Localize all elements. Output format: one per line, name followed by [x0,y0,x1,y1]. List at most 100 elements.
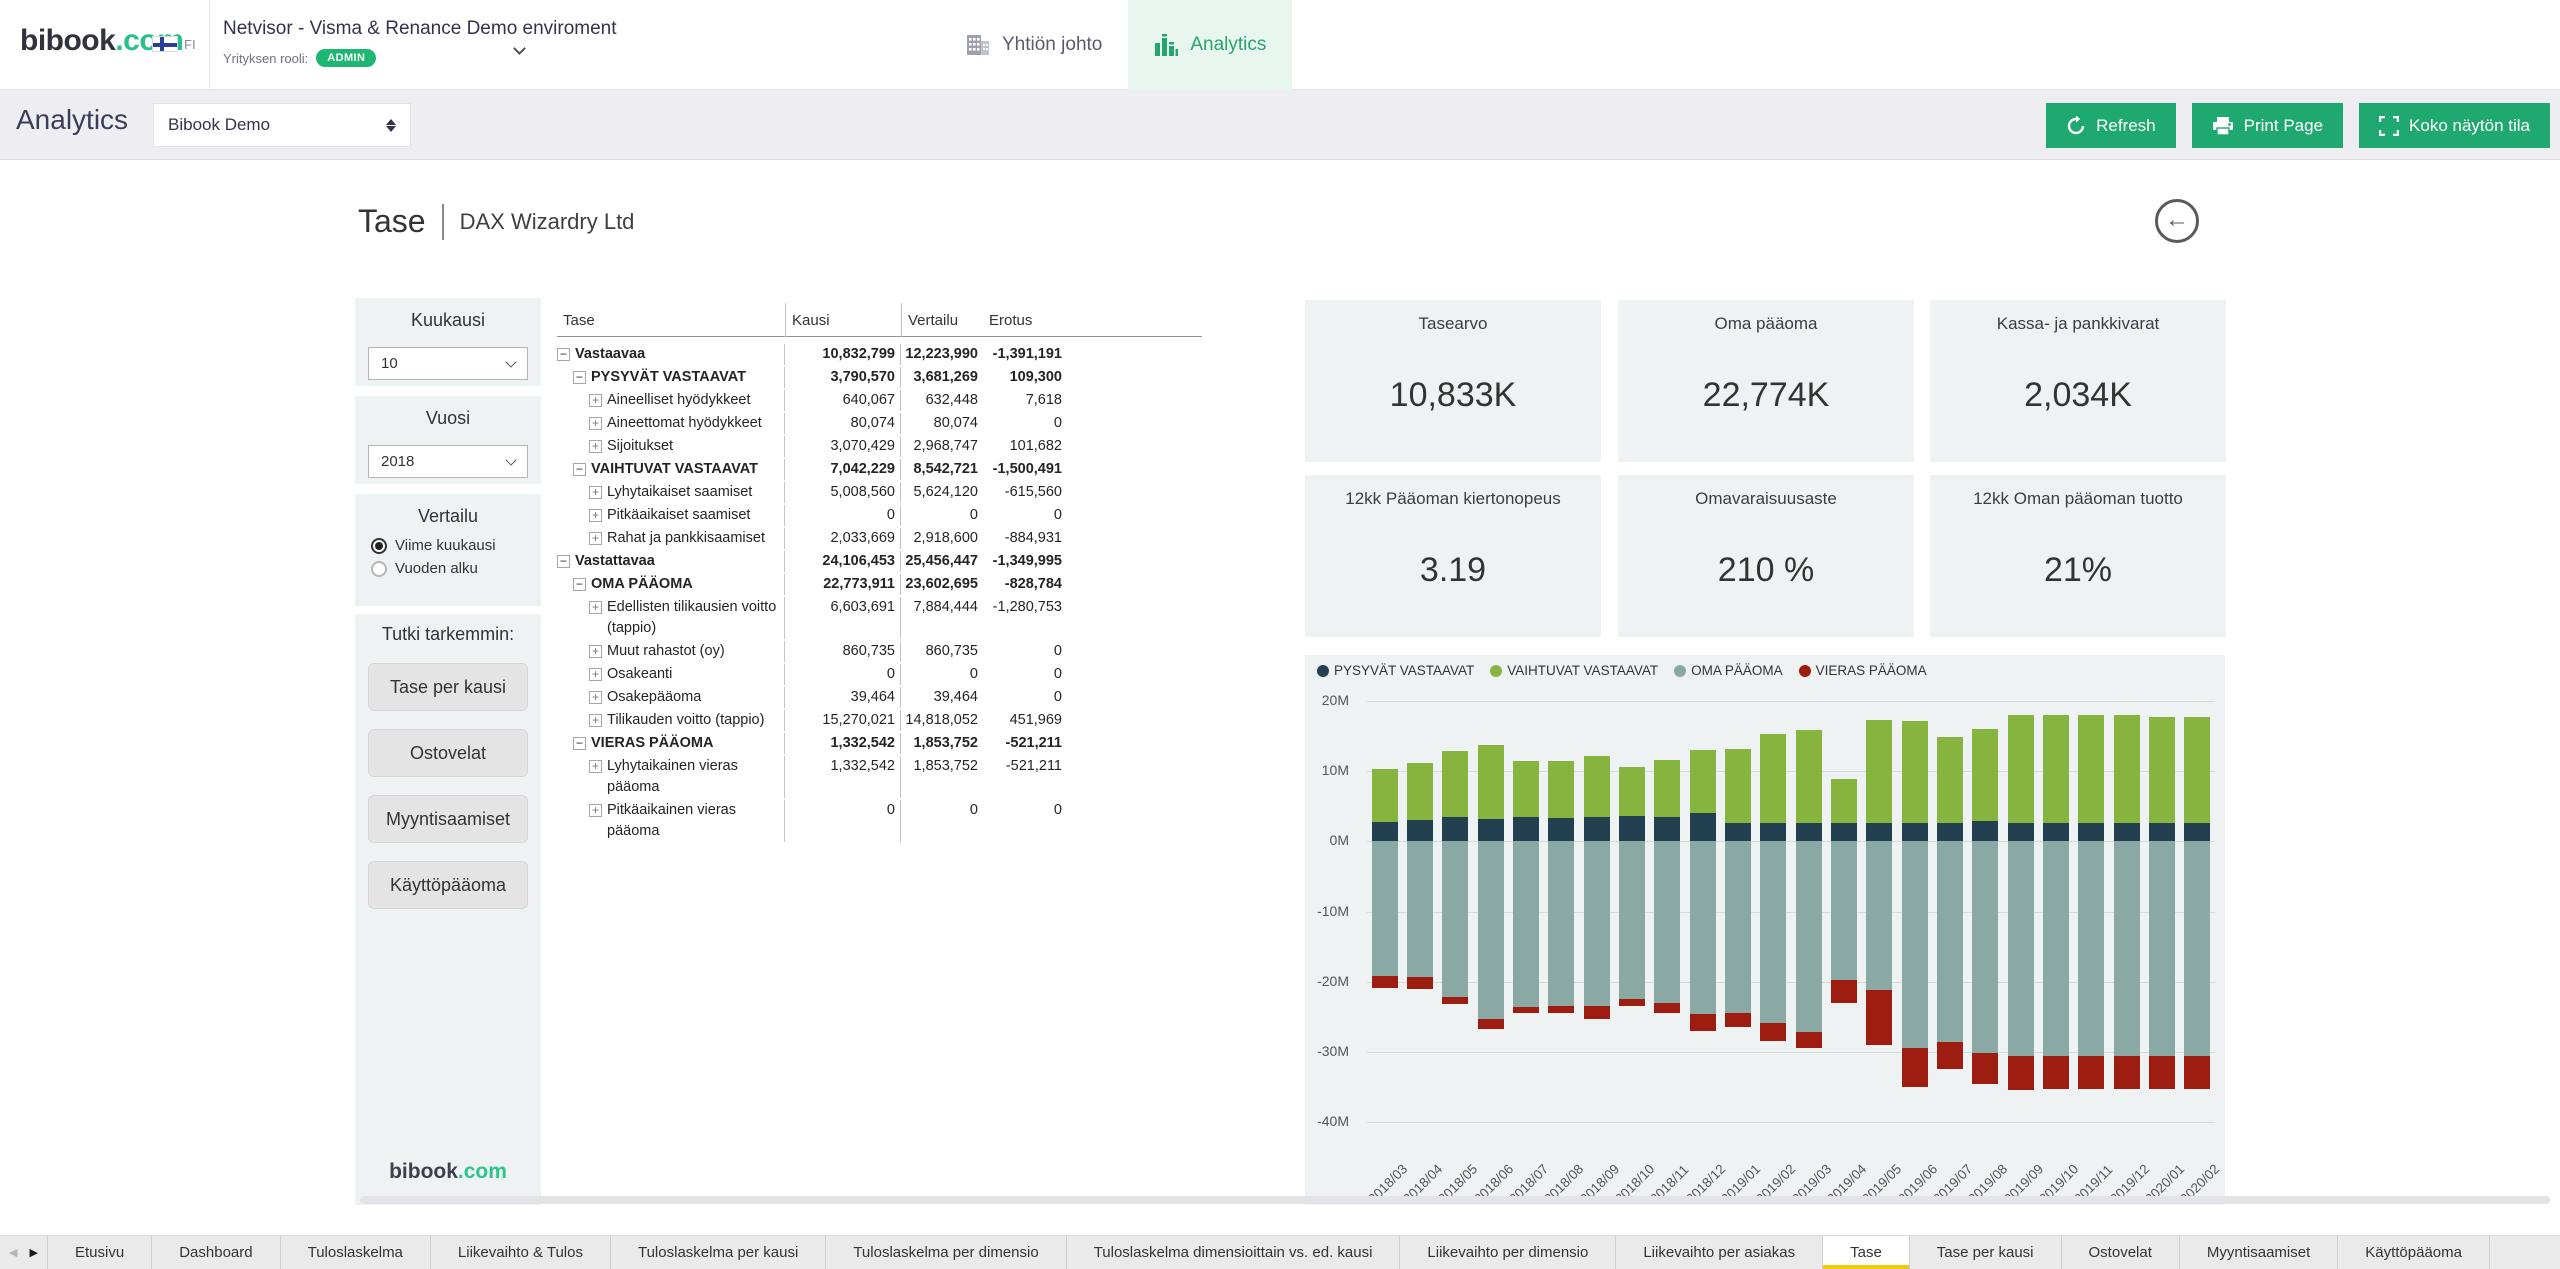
seg-pysyvat-vastaavat [2078,823,2104,841]
company-selector[interactable]: Netvisor - Visma & Renance Demo envirome… [223,18,617,67]
cell-erotus: -828,784 [983,574,1067,595]
seg-pysyvat-vastaavat [2114,823,2140,841]
bar-2018-04[interactable] [1402,701,1437,1122]
cell-kausi: 7,042,229 [785,459,901,480]
bar-2019-07[interactable] [1932,701,1967,1122]
sheet-tab-tase[interactable]: Tase [1823,1236,1910,1269]
month-select[interactable]: 10 [368,347,528,380]
seg-vaihtuvat-vastaavat [1584,756,1610,816]
legend-item[interactable]: VIERAS PÄÄOMA [1799,663,1927,678]
sheet-tab-ostovelat[interactable]: Ostovelat [2062,1236,2180,1269]
back-button[interactable]: ← [2155,199,2199,243]
bar-2019-12[interactable] [2109,701,2144,1122]
drill-button[interactable]: Myyntisaamiset [368,795,528,843]
expand-icon[interactable]: + [589,394,602,407]
bar-2019-09[interactable] [2003,701,2038,1122]
bar-2020-02[interactable] [2180,701,2215,1122]
refresh-button[interactable]: Refresh [2046,103,2176,148]
seg-oma-paaoma [2149,841,2175,1056]
cell-kausi: 3,790,570 [785,367,901,388]
collapse-icon[interactable]: − [573,463,586,476]
row-label: VIERAS PÄÄOMA [591,733,780,754]
sheet-tab-tuloslaskelma-dimensioittain-vs-ed-kausi[interactable]: Tuloslaskelma dimensioittain vs. ed. kau… [1067,1236,1401,1269]
bar-2018-10[interactable] [1614,701,1649,1122]
seg-vieras-paaoma [1584,1006,1610,1019]
prev-sheet-icon[interactable]: ◀ [9,1246,17,1259]
bar-2019-08[interactable] [1968,701,2003,1122]
bar-2018-07[interactable] [1508,701,1543,1122]
drill-button[interactable]: Ostovelat [368,729,528,777]
sheet-tab-liikevaihto-per-dimensio[interactable]: Liikevaihto per dimensio [1400,1236,1616,1269]
legend-item[interactable]: OMA PÄÄOMA [1674,663,1783,678]
collapse-icon[interactable]: − [573,371,586,384]
collapse-icon[interactable]: − [573,737,586,750]
bar-2019-01[interactable] [1720,701,1755,1122]
tab-analytics[interactable]: Analytics [1128,0,1292,90]
expand-icon[interactable]: + [589,645,602,658]
bar-2018-06[interactable] [1473,701,1508,1122]
radio-option-unselected[interactable]: Vuoden alku [371,560,541,577]
tab-yhtion-johto[interactable]: Yhtiön johto [940,0,1128,90]
sheet-tab-tuloslaskelma-per-dimensio[interactable]: Tuloslaskelma per dimensio [826,1236,1066,1269]
seg-vaihtuvat-vastaavat [2114,715,2140,823]
expand-icon[interactable]: + [589,668,602,681]
bar-2019-11[interactable] [2074,701,2109,1122]
bar-2019-03[interactable] [1791,701,1826,1122]
drill-button[interactable]: Tase per kausi [368,663,528,711]
chevron-down-icon [505,356,516,367]
radio-option-selected[interactable]: Viime kuukausi [371,537,541,554]
sheet-tab-käyttöpääoma[interactable]: Käyttöpääoma [2338,1236,2490,1269]
horizontal-scrollbar[interactable] [360,1196,2550,1204]
expand-icon[interactable]: + [589,760,602,773]
seg-pysyvat-vastaavat [2043,823,2069,841]
bar-2019-04[interactable] [1826,701,1861,1122]
expand-icon[interactable]: + [589,601,602,614]
bar-2020-01[interactable] [2144,701,2179,1122]
bar-2019-10[interactable] [2038,701,2073,1122]
bar-2018-09[interactable] [1579,701,1614,1122]
expand-icon[interactable]: + [589,804,602,817]
fullscreen-button[interactable]: Koko näytön tila [2359,103,2550,148]
sheet-tab-etusivu[interactable]: Etusivu [48,1236,152,1269]
sheet-tab-liikevaihto-per-asiakas[interactable]: Liikevaihto per asiakas [1616,1236,1823,1269]
cell-erotus: -615,560 [983,482,1067,503]
expand-icon[interactable]: + [589,532,602,545]
collapse-icon[interactable]: − [557,555,570,568]
bar-2019-06[interactable] [1897,701,1932,1122]
collapse-icon[interactable]: − [557,348,570,361]
bar-2018-05[interactable] [1438,701,1473,1122]
expand-icon[interactable]: + [589,509,602,522]
sheet-tab-tuloslaskelma[interactable]: Tuloslaskelma [281,1236,431,1269]
sheet-tab-tase-per-kausi[interactable]: Tase per kausi [1910,1236,2062,1269]
seg-vieras-paaoma [1619,999,1645,1007]
cell-vertailu: 860,735 [901,641,983,662]
legend-item[interactable]: PYSYVÄT VASTAAVAT [1317,663,1474,678]
sheet-tab-label: Etusivu [75,1244,124,1261]
report-selector[interactable]: Bibook Demo [153,103,411,147]
expand-icon[interactable]: + [589,486,602,499]
year-select[interactable]: 2018 [368,445,528,478]
sheet-tab-tuloslaskelma-per-kausi[interactable]: Tuloslaskelma per kausi [611,1236,826,1269]
bar-2018-08[interactable] [1544,701,1579,1122]
printer-button[interactable]: Print Page [2192,103,2343,148]
drill-button[interactable]: Käyttöpääoma [368,861,528,909]
sheet-tab-myyntisaamiset[interactable]: Myyntisaamiset [2180,1236,2338,1269]
sheet-tab-dashboard[interactable]: Dashboard [152,1236,280,1269]
row-label: Aineettomat hyödykkeet [607,413,780,434]
bar-2018-03[interactable] [1367,701,1402,1122]
bar-2019-05[interactable] [1862,701,1897,1122]
locale-switcher[interactable]: FI [152,36,196,52]
expand-icon[interactable]: + [589,417,602,430]
expand-icon[interactable]: + [589,691,602,704]
legend-item[interactable]: VAIHTUVAT VASTAAVAT [1490,663,1658,678]
expand-icon[interactable]: + [589,714,602,727]
collapse-icon[interactable]: − [573,578,586,591]
expand-icon[interactable]: + [589,440,602,453]
seg-oma-paaoma [1584,841,1610,1005]
next-sheet-icon[interactable]: ▶ [30,1246,38,1259]
bar-2019-02[interactable] [1756,701,1791,1122]
sheet-tab-liikevaihto-tulos[interactable]: Liikevaihto & Tulos [431,1236,611,1269]
bar-2018-11[interactable] [1650,701,1685,1122]
cell-vertailu: 5,624,120 [901,482,983,503]
bar-2018-12[interactable] [1685,701,1720,1122]
